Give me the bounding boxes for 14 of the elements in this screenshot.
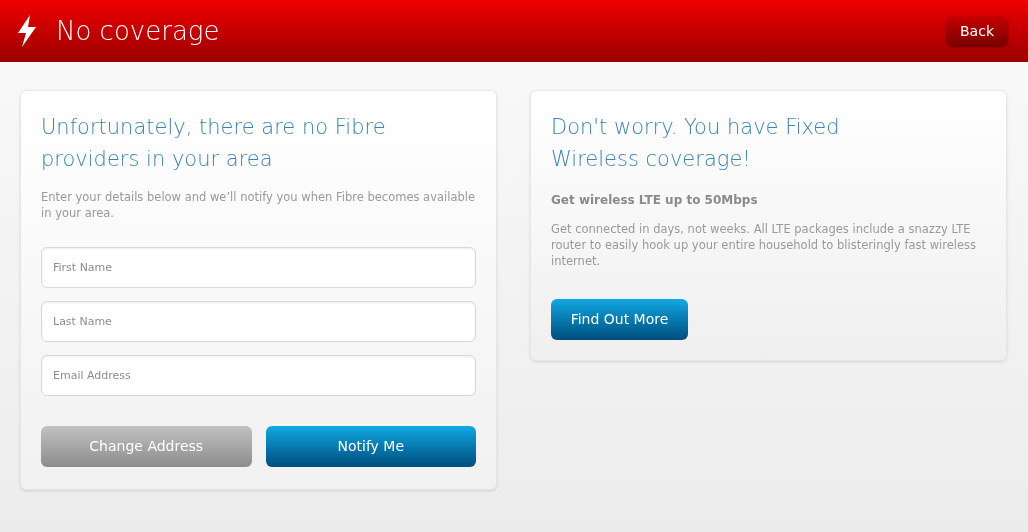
input-field[interactable]: First Name [41,247,476,288]
lightning-icon [16,15,38,47]
input-field[interactable]: Email Address [41,355,476,396]
subheading: Get wireless LTE up to 50Mbps [551,192,759,209]
input-field[interactable]: Last Name [41,301,476,342]
action-button[interactable]: Change Address [41,426,252,467]
card-heading: Don't worry. You have Fixed Wireless coverage! [551,114,841,173]
action-button[interactable]: Notify Me [265,426,476,467]
page-title: No coverage [56,14,220,48]
back-button[interactable]: Back [946,16,1008,46]
card-heading: Unfortunately, there are no Fibre providers in your area [41,114,387,173]
body-text: Get connected in days, not weeks. All LTE packages include a snazzy LTE router to easily hook up your entire household to blisteringly fast wireless internet. [551,221,978,269]
action-button[interactable]: Find Out More [551,299,688,340]
intro-text: Enter your details below and we’ll notify you when Fibre becomes available in your area. [41,189,476,221]
